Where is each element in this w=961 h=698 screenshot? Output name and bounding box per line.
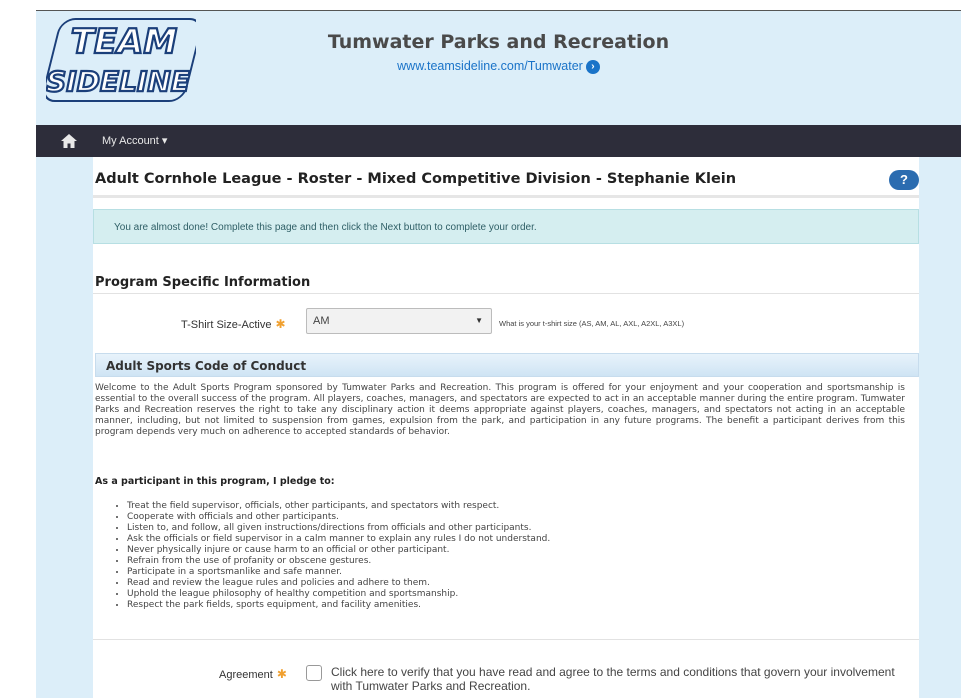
agreement-text[interactable]: Click here to verify that you have read … xyxy=(331,665,911,693)
my-account-menu[interactable]: My Account ▾ xyxy=(102,134,167,147)
content-area: Adult Cornhole League - Roster - Mixed C… xyxy=(36,157,961,698)
list-item: Listen to, and follow, all given instruc… xyxy=(127,523,907,534)
page-title: Adult Cornhole League - Roster - Mixed C… xyxy=(95,171,737,187)
info-alert: You are almost done! Complete this page … xyxy=(93,209,919,244)
tshirt-size-value: AM xyxy=(313,315,330,327)
left-strip xyxy=(0,0,36,698)
agreement-label: Agreement ✱ xyxy=(219,667,287,681)
list-item: Ask the officials or field supervisor in… xyxy=(127,534,907,545)
tshirt-help-text: What is your t-shirt size (AS, AM, AL, A… xyxy=(499,319,685,328)
pledge-list: Treat the field supervisor, officials, o… xyxy=(117,501,907,611)
main-panel: Adult Cornhole League - Roster - Mixed C… xyxy=(93,157,919,698)
section-divider xyxy=(93,639,919,640)
agreement-checkbox[interactable] xyxy=(306,665,322,681)
list-item: Refrain from the use of profanity or obs… xyxy=(127,556,907,567)
org-link[interactable]: www.teamsideline.com/Tumwater › xyxy=(36,59,961,74)
navbar: My Account ▾ xyxy=(36,125,961,157)
org-title: Tumwater Parks and Recreation xyxy=(327,31,670,53)
chevron-right-icon[interactable]: › xyxy=(585,59,600,74)
list-item: Respect the park fields, sports equipmen… xyxy=(127,600,907,611)
section-divider xyxy=(93,293,919,294)
list-item: Cooperate with officials and other parti… xyxy=(127,512,907,523)
agreement-label-text: Agreement xyxy=(219,669,273,681)
section-title-program-info: Program Specific Information xyxy=(95,275,311,290)
tshirt-label-text: T-Shirt Size-Active xyxy=(181,319,272,331)
list-item: Never physically injure or cause harm to… xyxy=(127,545,907,556)
conduct-heading: Adult Sports Code of Conduct xyxy=(95,353,919,377)
site-header: TEAM SIDELINE Tumwater Parks and Recreat… xyxy=(36,10,961,125)
list-item: Read and review the league rules and pol… xyxy=(127,578,907,589)
list-item: Uphold the league philosophy of healthy … xyxy=(127,589,907,600)
pledge-heading: As a participant in this program, I pled… xyxy=(95,476,335,487)
org-link-text[interactable]: www.teamsideline.com/Tumwater xyxy=(397,59,583,73)
caret-down-icon: ▼ xyxy=(475,316,483,325)
required-asterisk-icon: ✱ xyxy=(276,667,287,681)
conduct-scroll-box[interactable]: Welcome to the Adult Sports Program spon… xyxy=(95,378,919,630)
tshirt-size-select[interactable]: AM ▼ xyxy=(306,308,492,334)
conduct-intro: Welcome to the Adult Sports Program spon… xyxy=(95,383,905,437)
help-button[interactable]: ? xyxy=(889,170,919,190)
home-icon[interactable] xyxy=(60,133,78,149)
list-item: Participate in a sportsmanlike and safe … xyxy=(127,567,907,578)
title-divider xyxy=(93,195,919,198)
required-asterisk-icon: ✱ xyxy=(275,317,286,331)
list-item: Treat the field supervisor, officials, o… xyxy=(127,501,907,512)
tshirt-label: T-Shirt Size-Active ✱ xyxy=(181,317,286,331)
